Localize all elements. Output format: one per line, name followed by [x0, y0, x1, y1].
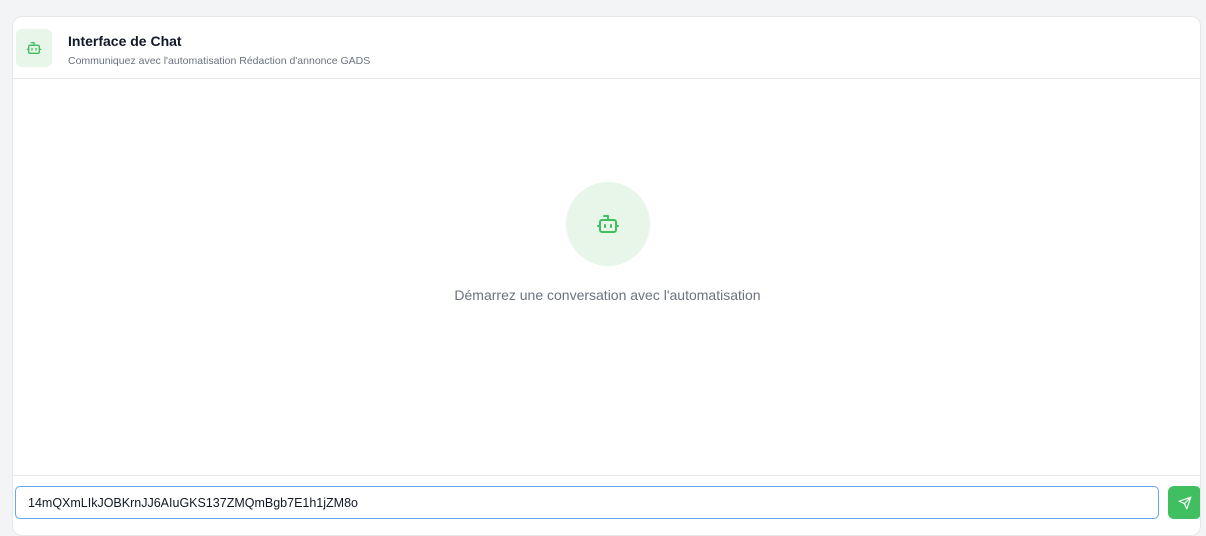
empty-state-message: Démarrez une conversation avec l'automat…: [454, 287, 761, 303]
send-icon: [1178, 496, 1192, 510]
messages-area: Démarrez une conversation avec l'automat…: [13, 79, 1200, 475]
chat-header: Interface de Chat Communiquez avec l'aut…: [13, 17, 1200, 79]
bot-icon: [16, 29, 52, 67]
chat-panel: Interface de Chat Communiquez avec l'aut…: [12, 16, 1201, 536]
message-input[interactable]: [15, 486, 1159, 519]
page-title: Interface de Chat: [68, 33, 182, 49]
send-button[interactable]: [1168, 486, 1200, 519]
page-subtitle: Communiquez avec l'automatisation Rédact…: [68, 55, 371, 67]
message-composer: [13, 475, 1200, 535]
bot-icon: [566, 182, 650, 266]
